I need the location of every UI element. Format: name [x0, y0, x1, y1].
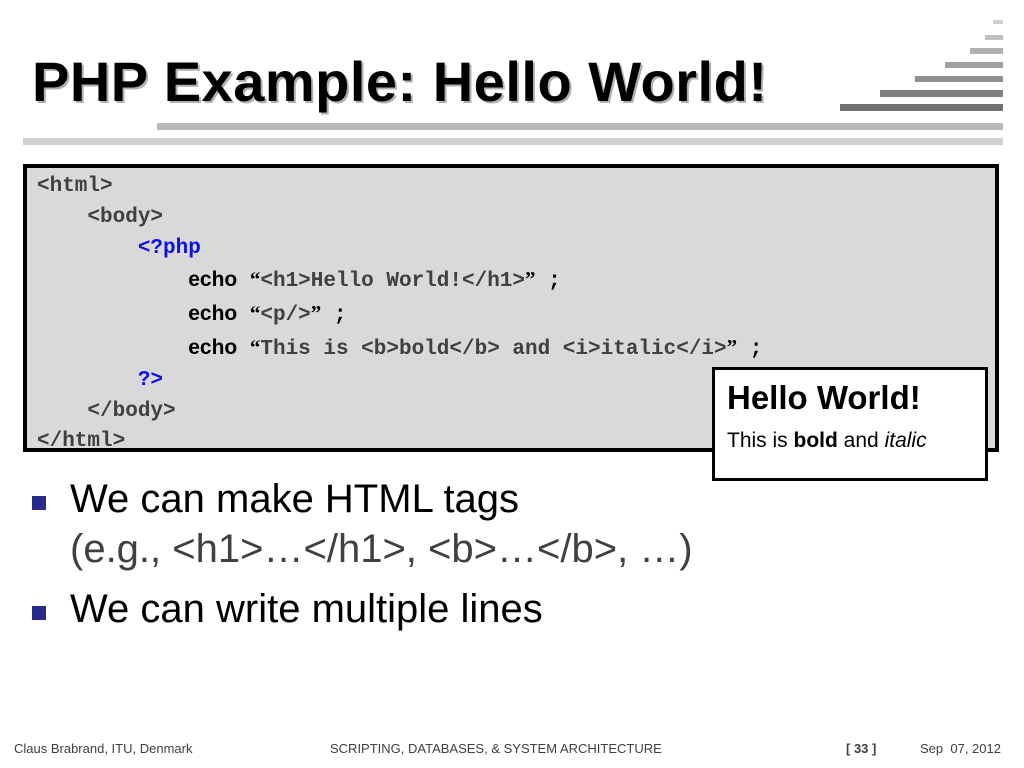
close-quote: ” — [525, 267, 536, 292]
rendered-italic: italic — [884, 429, 927, 452]
open-quote: “ — [249, 301, 261, 326]
code-line-7: ?> — [137, 368, 164, 392]
php-code: <html> <body> <?php echo “<h1>Hello Worl… — [37, 172, 762, 458]
code-line-5-string: <p/> — [260, 304, 311, 328]
rendered-bold: bold — [793, 429, 838, 452]
open-quote: “ — [249, 334, 261, 359]
bullet-list: We can make HTML tags (e.g., <h1>…</h1>,… — [30, 474, 990, 644]
bullet-text: We can write multiple lines — [70, 587, 543, 631]
close-quote: ” — [726, 334, 738, 359]
rendered-heading: Hello World! — [727, 379, 921, 416]
code-line-1: <html> — [37, 175, 113, 198]
semicolon: ; — [737, 337, 763, 361]
bullet-text: We can make HTML tags — [70, 477, 520, 521]
echo-keyword: echo — [188, 335, 238, 359]
open-quote: “ — [249, 267, 261, 292]
echo-keyword: echo — [188, 268, 238, 292]
code-line-4-string: <h1>Hello World!</h1> — [260, 270, 526, 294]
footer-date: Sep 07, 2012 — [920, 741, 1001, 756]
bullet-square-icon — [32, 606, 46, 620]
rendered-text-prefix: This is — [727, 429, 794, 452]
rendered-text-mid: and — [837, 429, 885, 452]
echo-keyword: echo — [188, 302, 238, 326]
rendered-paragraph: This is bold and italic — [727, 428, 973, 454]
bullet-item: We can make HTML tags (e.g., <h1>…</h1>,… — [30, 474, 990, 574]
slide-title: PHP Example: Hello World! — [32, 50, 768, 113]
footer-author: Claus Brabrand, ITU, Denmark — [14, 741, 193, 756]
bullet-subtext: (e.g., <h1>…</h1>, <b>…</b>, …) — [70, 527, 693, 571]
bullet-item: We can write multiple lines — [30, 584, 990, 634]
footer-page-number: [ 33 ] — [846, 741, 877, 756]
code-line-9: </html> — [37, 430, 126, 454]
close-quote: ” — [310, 301, 322, 326]
footer-course: SCRIPTING, DATABASES, & SYSTEM ARCHITECT… — [330, 741, 662, 756]
code-line-6-string: This is <b>bold</b> and <i>italic</i> — [260, 337, 727, 361]
semicolon: ; — [535, 270, 561, 294]
bullet-square-icon — [32, 496, 46, 510]
code-line-3: <?php — [137, 236, 201, 260]
rendered-output-box: Hello World! This is bold and italic — [712, 367, 988, 481]
code-line-2: <body> — [87, 205, 164, 229]
code-line-8: </body> — [87, 399, 176, 423]
semicolon: ; — [321, 304, 347, 328]
